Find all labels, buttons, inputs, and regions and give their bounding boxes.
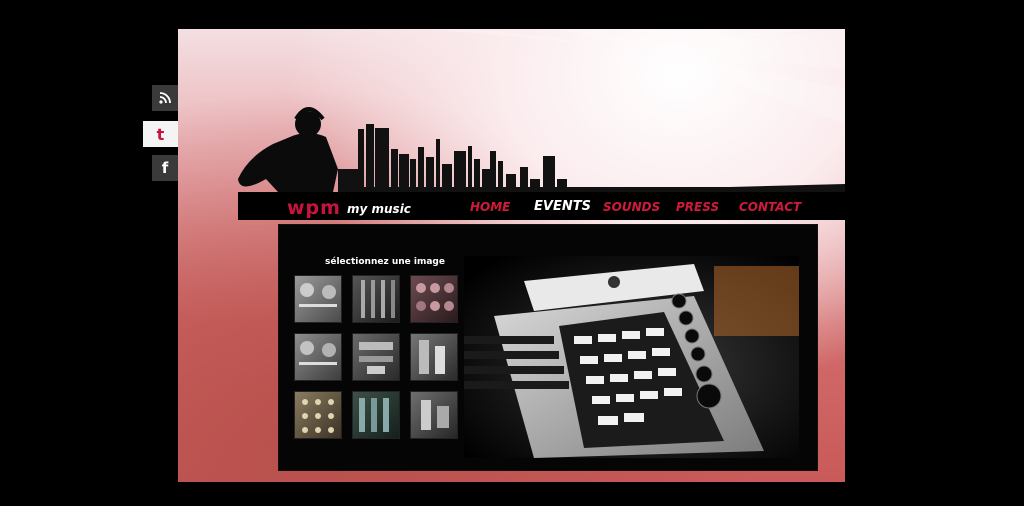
nav-contact[interactable]: CONTACT: [739, 200, 801, 214]
gallery-thumbnail-9[interactable]: [410, 391, 458, 439]
gallery-thumbnail-3[interactable]: [410, 275, 458, 323]
site-tagline: my music: [347, 202, 411, 216]
gallery-thumbnail-4[interactable]: [294, 333, 342, 381]
facebook-button[interactable]: f: [152, 155, 178, 181]
rss-icon: [159, 92, 171, 104]
facebook-icon: f: [161, 159, 169, 177]
gallery-thumbnail-8[interactable]: [352, 391, 400, 439]
rss-button[interactable]: [152, 85, 178, 111]
gallery-title: sélectionnez une image: [325, 257, 445, 267]
nav-home[interactable]: HOME: [470, 200, 510, 214]
gallery-thumbnail-2[interactable]: [352, 275, 400, 323]
gallery-thumbnail-6[interactable]: [410, 333, 458, 381]
gallery-thumbnail-5[interactable]: [352, 333, 400, 381]
tumblr-button[interactable]: t: [143, 121, 178, 147]
gallery-main-image[interactable]: [464, 256, 799, 458]
header-skyline: [238, 107, 845, 193]
site-logo[interactable]: wpm: [287, 199, 341, 218]
gallery-thumbnail-1[interactable]: [294, 275, 342, 323]
nav-events[interactable]: EVENTS: [534, 199, 591, 214]
nav-press[interactable]: PRESS: [676, 200, 719, 214]
nav-sounds[interactable]: SOUNDS: [603, 200, 660, 214]
tumblr-icon: t: [156, 124, 165, 144]
gallery-thumbnail-7[interactable]: [294, 391, 342, 439]
